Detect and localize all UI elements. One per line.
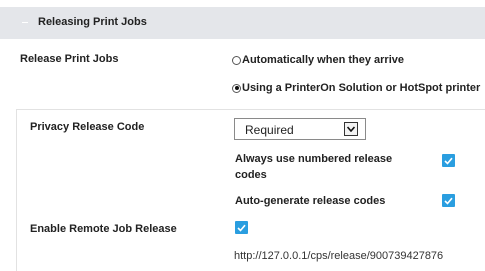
release-print-jobs-label: Release Print Jobs (20, 53, 119, 65)
numbered-release-codes-label: Always use numbered release codes (235, 153, 393, 181)
radio-automatically-label: Automatically when they arrive (242, 54, 404, 66)
auto-generate-release-codes-label: Auto-generate release codes (235, 195, 386, 207)
remote-release-url: http://127.0.0.1/cps/release/90073942787… (234, 250, 444, 262)
privacy-release-code-value: Required (245, 123, 294, 137)
privacy-release-code-select[interactable]: Required (234, 118, 366, 140)
radio-automatically[interactable]: Automatically when they arrive (232, 54, 404, 66)
collapse-icon (22, 22, 28, 23)
auto-generate-release-codes-checkbox[interactable] (442, 194, 455, 207)
chevron-down-icon[interactable] (344, 122, 358, 136)
radio-printeron-hotspot-label: Using a PrinterOn Solution or HotSpot pr… (242, 82, 481, 94)
radio-printeron-hotspot-indicator[interactable] (232, 83, 241, 93)
section-header-releasing-print-jobs[interactable]: Releasing Print Jobs (0, 7, 485, 39)
radio-automatically-indicator[interactable] (232, 55, 241, 65)
privacy-release-code-label: Privacy Release Code (30, 121, 145, 133)
section-title: Releasing Print Jobs (38, 16, 147, 28)
checkmark-icon (444, 197, 453, 205)
checkmark-icon (237, 224, 246, 232)
radio-printeron-hotspot[interactable]: Using a PrinterOn Solution or HotSpot pr… (232, 82, 480, 94)
enable-remote-job-release-label: Enable Remote Job Release (30, 223, 177, 235)
enable-remote-job-release-checkbox[interactable] (235, 221, 248, 234)
checkmark-icon (444, 157, 453, 165)
numbered-release-codes-checkbox[interactable] (442, 154, 455, 167)
